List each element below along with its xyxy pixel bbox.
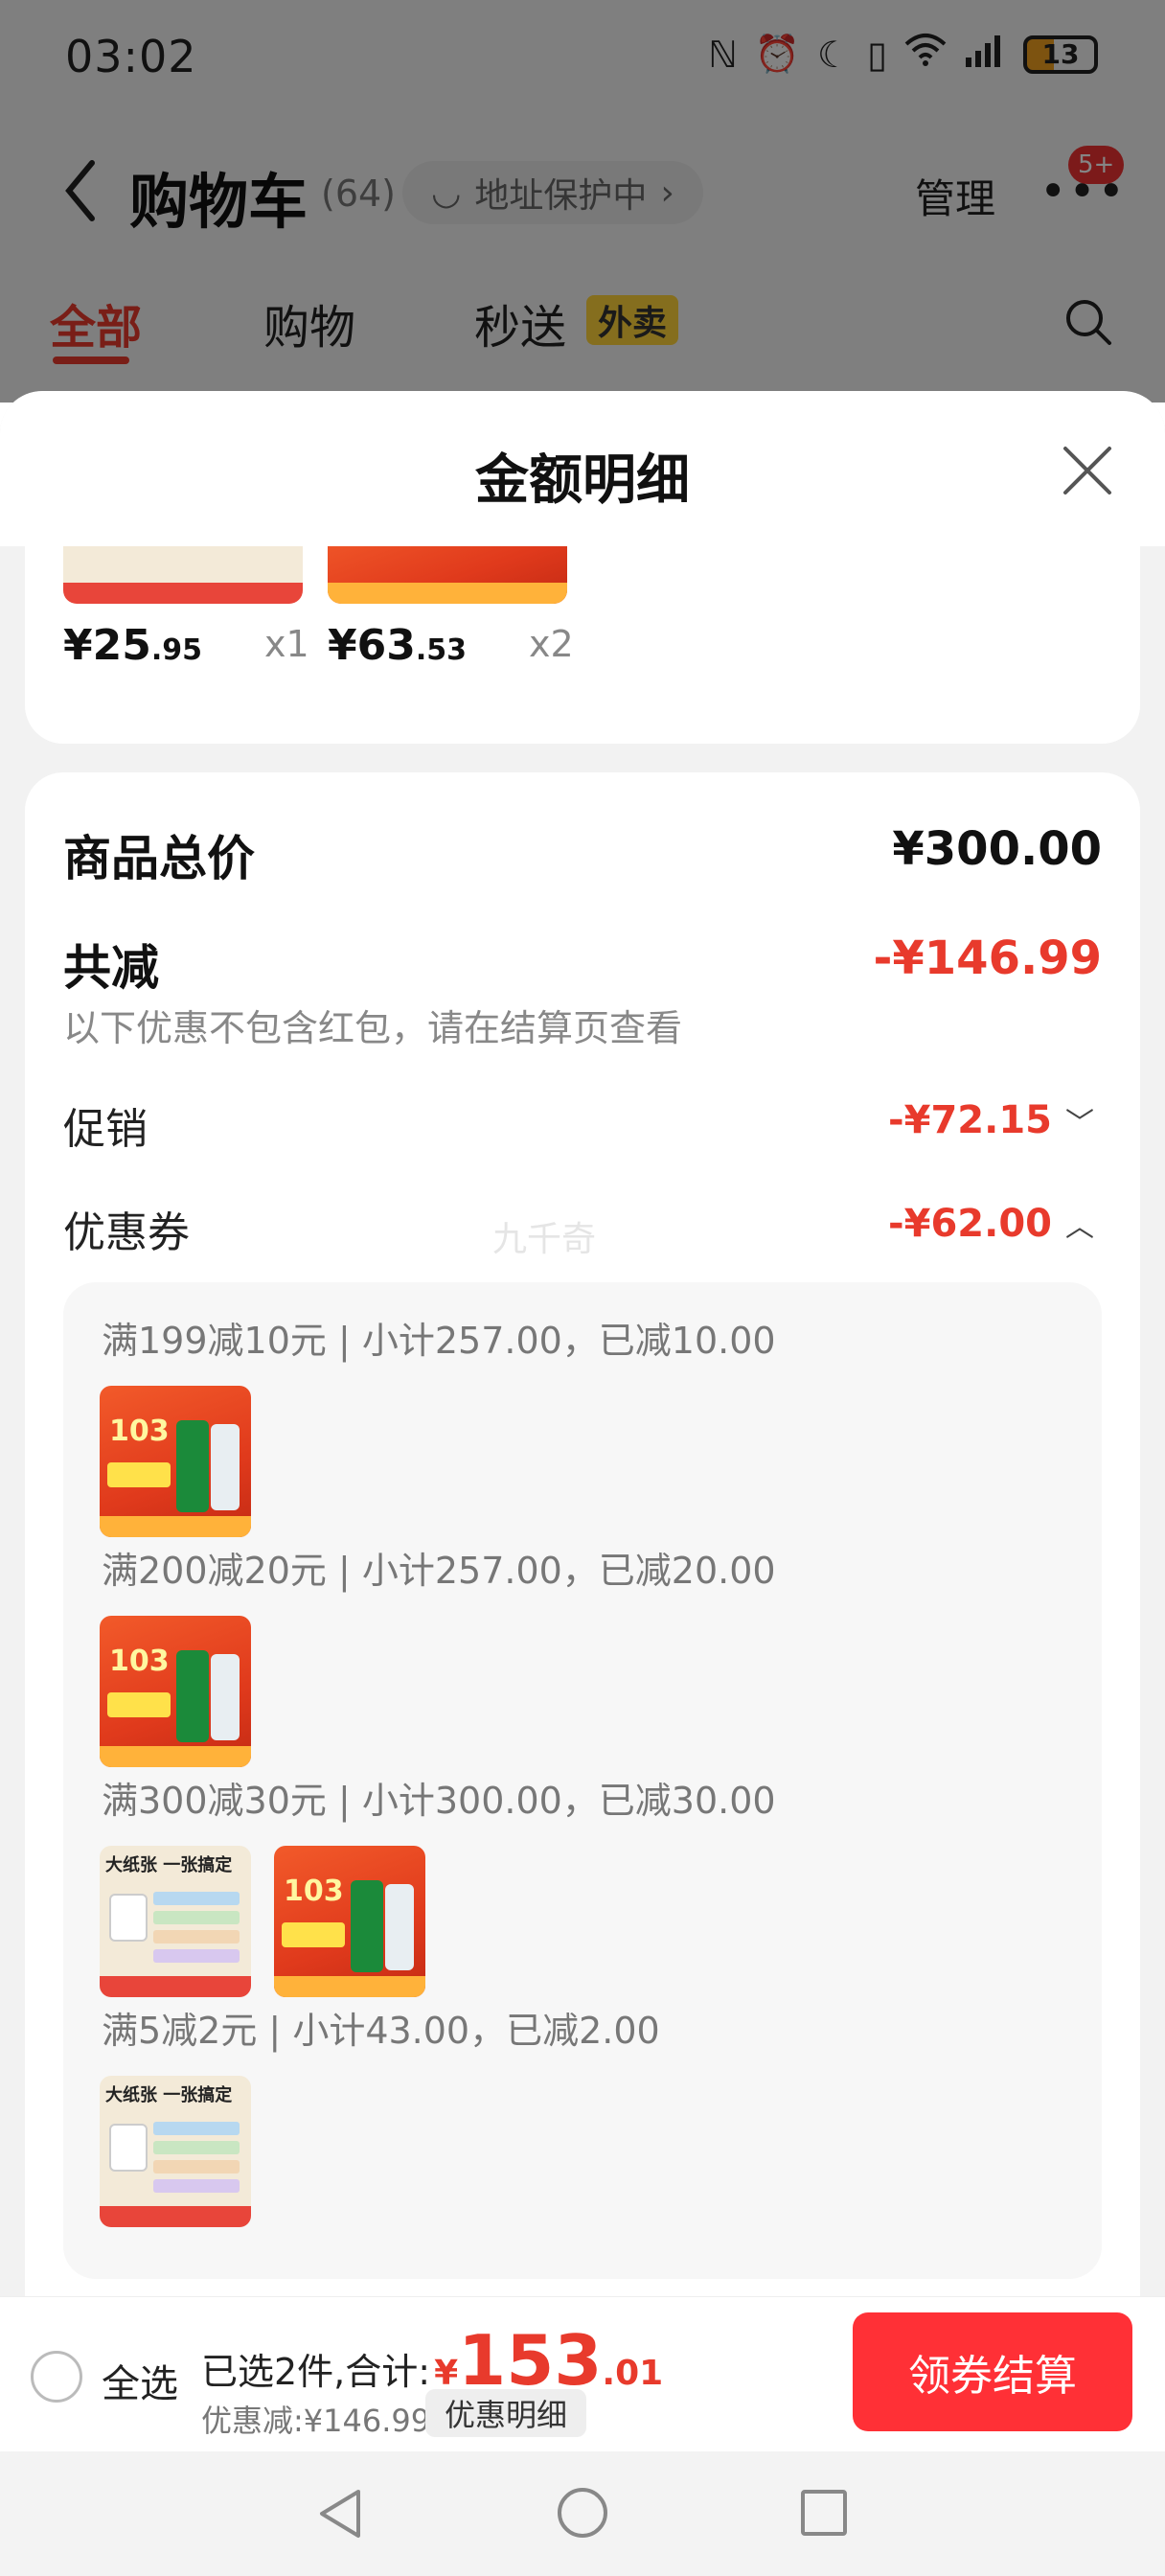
product-thumbnail: 103 xyxy=(100,1616,251,1767)
item-quantity: x2 xyxy=(529,623,574,665)
close-icon[interactable] xyxy=(1062,445,1113,496)
discount-summary: 优惠减:¥146.99 xyxy=(201,2403,431,2439)
nav-back-icon[interactable] xyxy=(316,2488,364,2540)
nav-recent-icon[interactable] xyxy=(801,2490,847,2536)
promotion-value: -¥72.15 xyxy=(888,1098,1052,1142)
total-price-value: ¥300.00 xyxy=(892,822,1102,876)
total-discount-value: -¥146.99 xyxy=(873,932,1102,985)
coupon-rule: 满199减10元 | 小计257.00，已减10.00 xyxy=(102,1320,776,1362)
product-thumbnail: 103 xyxy=(274,1846,425,1997)
checkout-bar: 全选 已选2件,合计: ¥ 153 .01 优惠减:¥146.99 优惠明细 领… xyxy=(0,2296,1165,2451)
total-currency: ¥ xyxy=(434,2354,459,2393)
discount-hint: 以下优惠不包含红包，请在结算页查看 xyxy=(63,1007,683,1049)
promotion-label: 促销 xyxy=(63,1105,148,1154)
modal-overlay[interactable] xyxy=(0,0,1165,402)
discount-detail-button[interactable]: 优惠明细 xyxy=(425,2389,587,2437)
coupon-rule: 满200减20元 | 小计257.00，已减20.00 xyxy=(102,1550,776,1592)
chevron-up-icon: ︿ xyxy=(1065,1210,1094,1244)
item-price: ¥ 63 .53 xyxy=(328,621,468,670)
product-thumbnail: 大纸张 一张搞定 xyxy=(100,2076,251,2227)
coupon-rule: 满300减30元 | 小计300.00，已减30.00 xyxy=(102,1780,776,1822)
coupon-list: 满199减10元 | 小计257.00，已减10.00 103 满200减20元… xyxy=(63,1282,1102,2279)
product-thumbnail: 103 xyxy=(100,1386,251,1537)
sheet-title: 金额明细 xyxy=(475,449,690,512)
select-all-checkbox[interactable] xyxy=(31,2351,82,2403)
chevron-down-icon: ﹀ xyxy=(1065,1107,1094,1140)
selected-items-card: ¥ 25 .95 x1 ¥ 63 .53 x2 xyxy=(25,525,1140,744)
coupon-label: 优惠券 xyxy=(63,1208,190,1257)
amount-detail-sheet: ¥ 25 .95 x1 ¥ 63 .53 x2 金额明细 商品总价 ¥300.0… xyxy=(0,391,1165,2576)
selected-count: 已选2件,合计: xyxy=(201,2351,431,2393)
product-thumbnail: 大纸张 一张搞定 xyxy=(100,1846,251,1997)
coupon-row[interactable]: -¥62.00 ︿ xyxy=(888,1202,1094,1246)
total-price-label: 商品总价 xyxy=(63,831,255,886)
item-price: ¥ 25 .95 xyxy=(63,621,203,670)
select-all-label[interactable]: 全选 xyxy=(102,2353,178,2408)
coupon-value: -¥62.00 xyxy=(888,1202,1052,1246)
sheet-header: 金额明细 xyxy=(0,391,1165,546)
nav-home-icon[interactable] xyxy=(558,2488,607,2538)
checkout-button[interactable]: 领券结算 xyxy=(853,2312,1132,2431)
system-nav-bar xyxy=(0,2451,1165,2576)
watermark: 九千奇 xyxy=(492,1220,597,1259)
coupon-rule: 满5减2元 | 小计43.00，已减2.00 xyxy=(102,2010,660,2052)
item-quantity: x1 xyxy=(264,623,309,665)
total-discount-label: 共减 xyxy=(63,940,159,996)
promotion-row[interactable]: -¥72.15 ﹀ xyxy=(888,1098,1094,1142)
total-amount-decimal: .01 xyxy=(602,2354,664,2393)
